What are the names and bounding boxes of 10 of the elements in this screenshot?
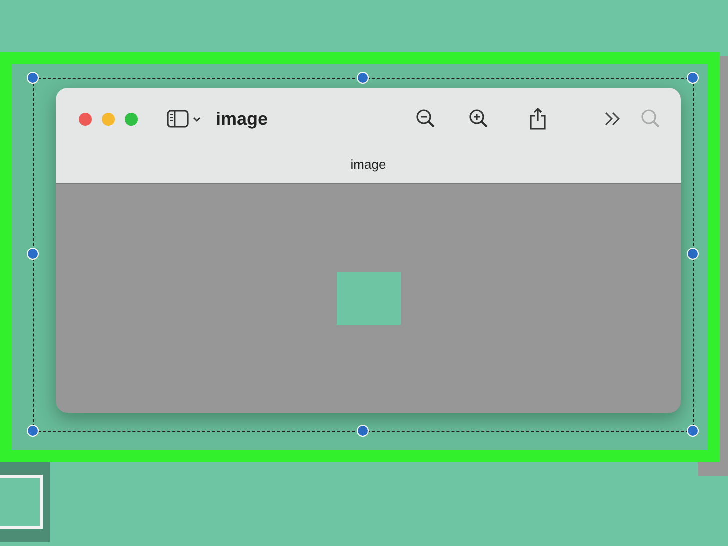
window-title: image xyxy=(216,108,268,130)
document-name: image xyxy=(350,157,386,172)
thumbnail[interactable] xyxy=(0,462,50,542)
close-button[interactable] xyxy=(79,112,92,126)
zoom-in-icon[interactable] xyxy=(469,109,489,129)
sidebar-icon[interactable] xyxy=(167,110,201,128)
zoom-out-icon[interactable] xyxy=(416,109,436,129)
image-square xyxy=(336,272,400,325)
share-icon[interactable] xyxy=(529,108,547,130)
more-icon[interactable] xyxy=(605,112,621,126)
